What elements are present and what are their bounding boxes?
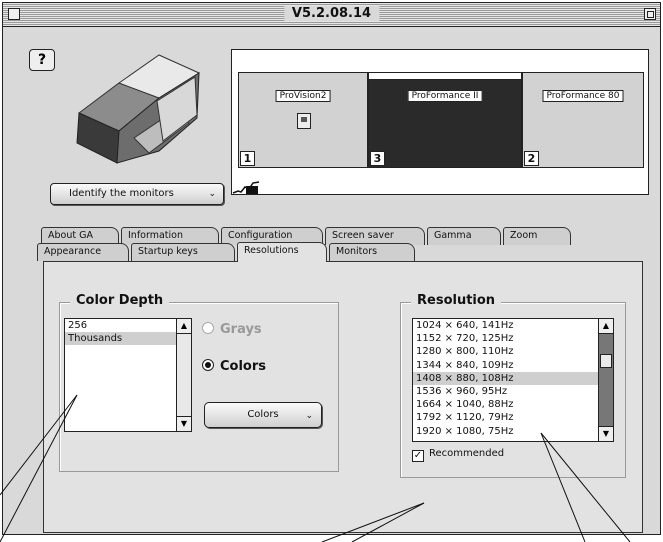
resolutions-panel: Color Depth 256 Thousands ▲ ▼ Grays Colo… bbox=[43, 261, 643, 533]
monitor-arrangement: ProVision2 1 ProFormance II 3 ProFormanc… bbox=[231, 49, 649, 195]
close-box-icon[interactable] bbox=[8, 8, 20, 20]
scroll-down-icon[interactable]: ▼ bbox=[177, 416, 191, 431]
tab-monitors[interactable]: Monitors bbox=[329, 243, 415, 261]
scroll-up-icon[interactable]: ▲ bbox=[177, 319, 191, 334]
list-item[interactable]: 1792 × 1120, 79Hz bbox=[413, 411, 613, 424]
window-title: V5.2.08.14 bbox=[283, 6, 380, 21]
monitor-2-number: 2 bbox=[524, 151, 539, 166]
list-item[interactable]: 1408 × 880, 108Hz bbox=[413, 371, 613, 385]
monitor-3-label: ProFormance II bbox=[407, 90, 483, 102]
list-item[interactable]: 1664 × 1040, 88Hz bbox=[413, 398, 613, 411]
title-bar[interactable]: V5.2.08.14 bbox=[3, 3, 660, 27]
app-logo-icon bbox=[76, 54, 201, 164]
grays-label: Grays bbox=[220, 322, 262, 337]
scroll-thumb[interactable] bbox=[600, 354, 612, 368]
zoom-box-icon[interactable] bbox=[644, 8, 656, 20]
color-depth-scrollbar[interactable]: ▲ ▼ bbox=[176, 319, 191, 431]
color-depth-list[interactable]: 256 Thousands ▲ ▼ bbox=[64, 318, 192, 432]
resolution-graph-icon bbox=[232, 181, 260, 194]
list-item[interactable]: 1152 × 720, 125Hz bbox=[413, 332, 613, 345]
list-item[interactable]: 1536 × 960, 95Hz bbox=[413, 385, 613, 398]
control-panel-window: V5.2.08.14 ? Identify the monitors ⌄ Pro… bbox=[2, 2, 661, 535]
monitor-3[interactable]: ProFormance II 3 bbox=[368, 72, 522, 168]
monitor-icon bbox=[297, 113, 311, 129]
menu-bar-indicator[interactable] bbox=[368, 72, 522, 80]
chevron-down-icon: ⌄ bbox=[305, 411, 313, 421]
colors-button-label: Colors bbox=[247, 409, 279, 420]
tab-appearance[interactable]: Appearance bbox=[37, 243, 129, 261]
scroll-down-icon[interactable]: ▼ bbox=[599, 426, 613, 441]
monitor-1[interactable]: ProVision2 1 bbox=[238, 72, 368, 168]
list-item[interactable]: 1344 × 840, 109Hz bbox=[413, 359, 613, 372]
grays-radio[interactable]: Grays bbox=[202, 322, 262, 337]
recommended-checkbox[interactable]: ✓ Recommended bbox=[412, 448, 504, 462]
resolution-scrollbar[interactable]: ▲ ▼ bbox=[598, 319, 613, 441]
list-item[interactable]: Thousands bbox=[65, 332, 191, 346]
help-button[interactable]: ? bbox=[29, 49, 55, 71]
colors-popup-button[interactable]: Colors ⌄ bbox=[204, 402, 322, 428]
tab-resolutions[interactable]: Resolutions bbox=[237, 242, 327, 262]
list-item[interactable]: 1920 × 1080, 75Hz bbox=[413, 425, 613, 438]
radio-selected-icon bbox=[202, 359, 214, 371]
resolution-list[interactable]: 1024 × 640, 141Hz 1152 × 720, 125Hz 1280… bbox=[412, 318, 614, 442]
identify-monitors-popup[interactable]: Identify the monitors ⌄ bbox=[50, 183, 224, 205]
tab-startup-keys[interactable]: Startup keys bbox=[131, 243, 235, 261]
monitor-2-label: ProFormance 80 bbox=[542, 90, 624, 102]
scroll-track[interactable] bbox=[177, 334, 191, 416]
color-depth-title: Color Depth bbox=[70, 293, 170, 308]
chevron-down-icon: ⌄ bbox=[208, 189, 216, 199]
check-icon: ✓ bbox=[412, 450, 424, 462]
identify-monitors-label: Identify the monitors bbox=[69, 188, 174, 199]
list-item[interactable]: 1280 × 800, 110Hz bbox=[413, 345, 613, 358]
monitor-3-number: 3 bbox=[370, 151, 385, 166]
tab-zoom[interactable]: Zoom bbox=[503, 227, 571, 245]
recommended-label: Recommended bbox=[429, 448, 505, 459]
radio-icon bbox=[202, 322, 214, 334]
resolution-title: Resolution bbox=[411, 293, 502, 308]
monitor-1-number: 1 bbox=[240, 151, 255, 166]
monitor-1-label: ProVision2 bbox=[275, 90, 331, 102]
scroll-up-icon[interactable]: ▲ bbox=[599, 319, 613, 334]
colors-label: Colors bbox=[220, 359, 267, 374]
monitor-2[interactable]: ProFormance 80 2 bbox=[522, 72, 644, 168]
colors-radio[interactable]: Colors bbox=[202, 359, 266, 374]
list-item[interactable]: 256 bbox=[65, 319, 191, 332]
tabs-frame: About GA Information Configuration Scree… bbox=[29, 213, 645, 536]
tab-gamma[interactable]: Gamma bbox=[427, 227, 501, 245]
list-item[interactable]: 1024 × 640, 141Hz bbox=[413, 319, 613, 332]
scroll-track[interactable] bbox=[599, 334, 613, 426]
